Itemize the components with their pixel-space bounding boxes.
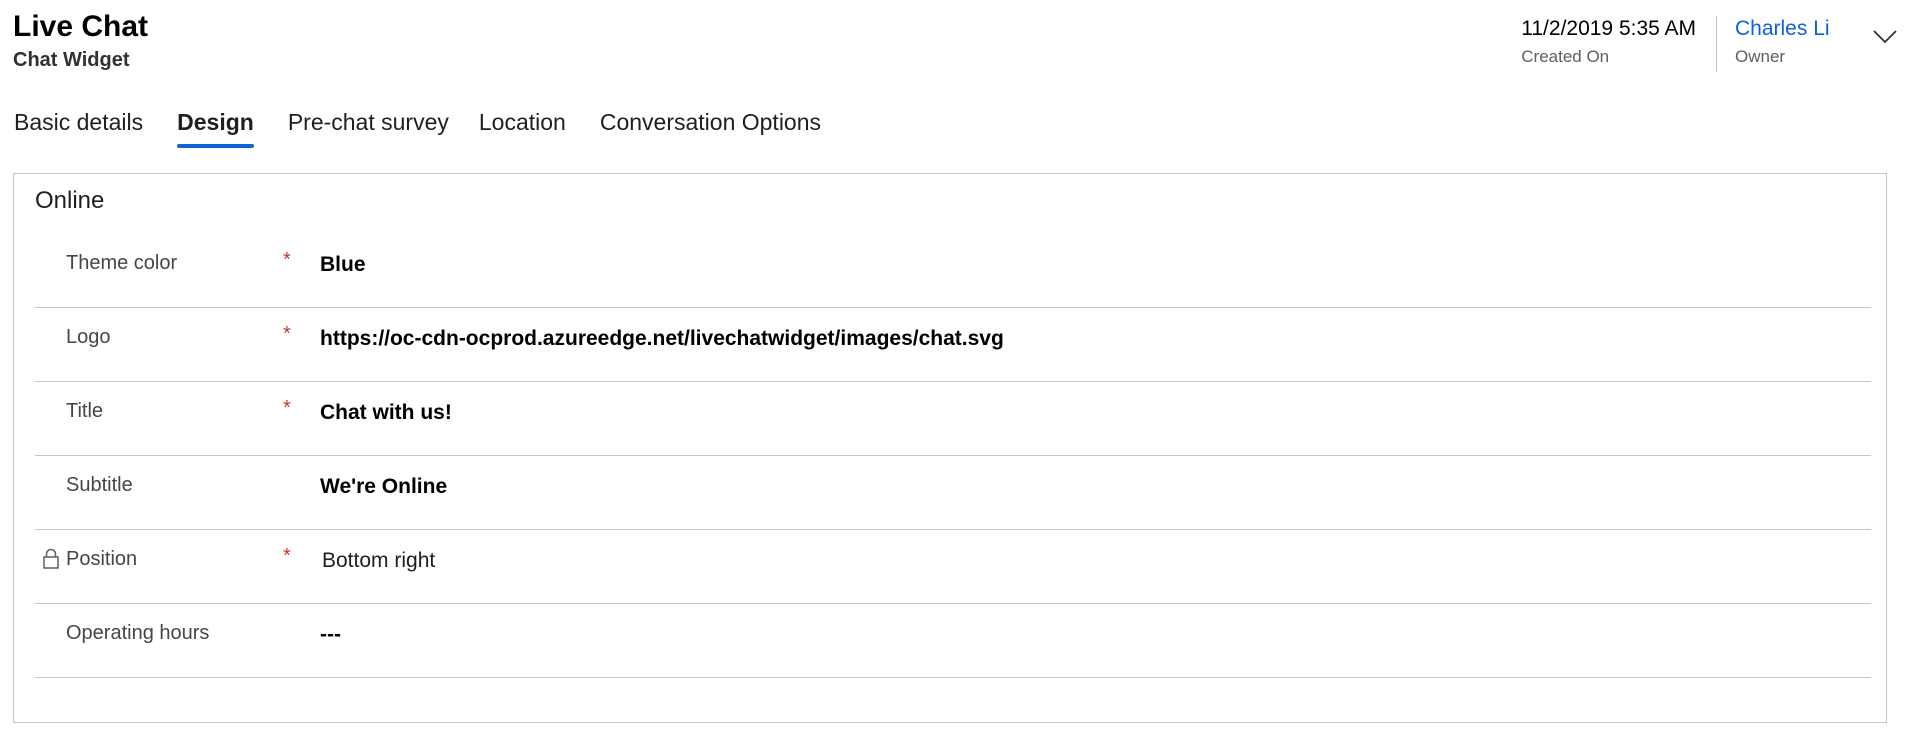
field-value[interactable]: Blue bbox=[320, 253, 366, 277]
owner-link[interactable]: Charles Li bbox=[1735, 16, 1863, 42]
field-label: Subtitle bbox=[66, 474, 133, 496]
required-indicator: * bbox=[283, 249, 291, 271]
owner-block: Charles Li Owner bbox=[1735, 16, 1863, 69]
page-title: Live Chat bbox=[13, 10, 149, 43]
tab-bar: Basic details Design Pre-chat survey Loc… bbox=[14, 104, 855, 148]
tab-location[interactable]: Location bbox=[479, 104, 566, 140]
tab-basic-details[interactable]: Basic details bbox=[14, 104, 143, 140]
online-section: Online Theme color * Blue Logo * https:/… bbox=[13, 173, 1887, 723]
tab-design[interactable]: Design bbox=[177, 104, 254, 148]
field-row-subtitle[interactable]: Subtitle We're Online bbox=[35, 456, 1871, 530]
section-title: Online bbox=[35, 187, 105, 214]
created-on-block: 11/2/2019 5:35 AM Created On bbox=[1521, 16, 1717, 72]
field-row-operating-hours[interactable]: Operating hours --- bbox=[35, 604, 1871, 678]
field-row-position: Position * Bottom right bbox=[35, 530, 1871, 604]
field-row-theme-color[interactable]: Theme color * Blue bbox=[35, 234, 1871, 308]
tab-pre-chat-survey[interactable]: Pre-chat survey bbox=[288, 104, 449, 140]
field-label: Logo bbox=[66, 326, 111, 348]
field-label: Operating hours bbox=[66, 622, 210, 644]
header-meta: 11/2/2019 5:35 AM Created On Charles Li … bbox=[1521, 16, 1907, 76]
required-indicator: * bbox=[283, 545, 291, 567]
field-value[interactable]: We're Online bbox=[320, 475, 447, 499]
field-value[interactable]: --- bbox=[320, 623, 341, 647]
field-value-readonly: Bottom right bbox=[322, 549, 436, 572]
field-label: Title bbox=[66, 400, 104, 422]
field-label: Position bbox=[66, 548, 138, 570]
required-indicator: * bbox=[283, 323, 291, 345]
record-header: Live Chat Chat Widget bbox=[13, 8, 148, 73]
created-on-value: 11/2/2019 5:35 AM bbox=[1521, 17, 1696, 40]
lock-icon bbox=[43, 548, 59, 569]
field-value[interactable]: Chat with us! bbox=[320, 401, 452, 425]
header-expand-button[interactable] bbox=[1863, 16, 1907, 44]
chevron-down-icon bbox=[1873, 30, 1897, 44]
created-on-label: Created On bbox=[1521, 47, 1610, 66]
required-indicator: * bbox=[283, 397, 291, 419]
owner-label: Owner bbox=[1735, 47, 1786, 66]
field-row-title[interactable]: Title * Chat with us! bbox=[35, 382, 1871, 456]
entity-subtitle: Chat Widget bbox=[13, 49, 130, 71]
field-row-logo[interactable]: Logo * https://oc-cdn-ocprod.azureedge.n… bbox=[35, 308, 1871, 382]
field-list: Theme color * Blue Logo * https://oc-cdn… bbox=[35, 234, 1871, 678]
tab-conversation-options[interactable]: Conversation Options bbox=[600, 104, 821, 140]
field-label: Theme color bbox=[66, 252, 178, 274]
field-value[interactable]: https://oc-cdn-ocprod.azureedge.net/live… bbox=[320, 327, 1004, 351]
